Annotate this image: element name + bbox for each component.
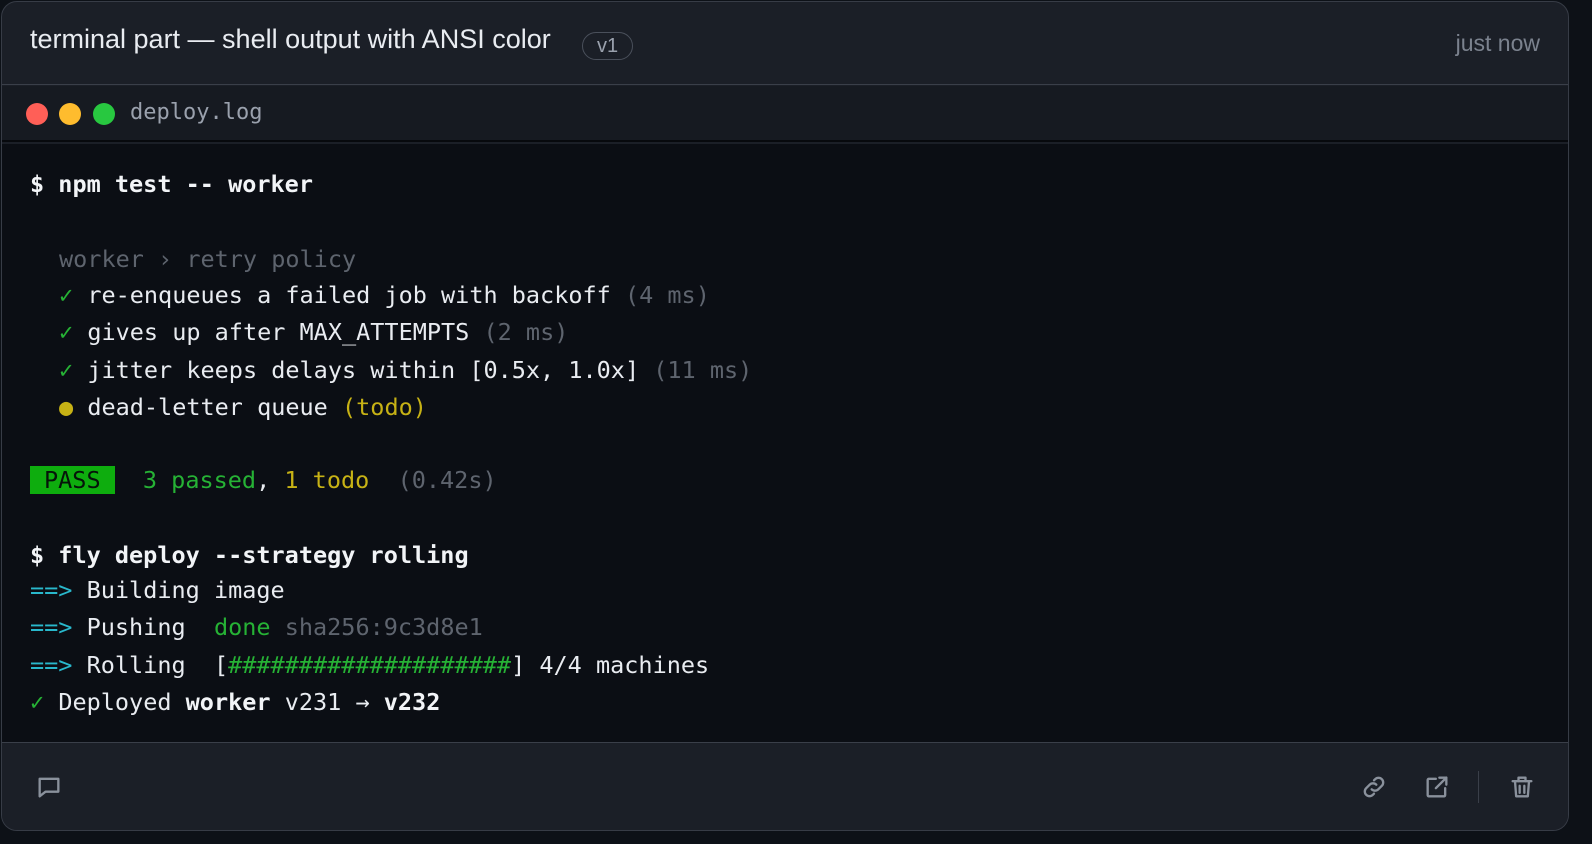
deploy-step-line: ==> Pushing done sha256:9c3d8e1: [30, 611, 483, 643]
arrow-prompt: ==>: [30, 651, 73, 679]
version-from: v231: [284, 688, 342, 716]
step-text: Building image: [86, 576, 285, 604]
passed-count: 3 passed: [142, 466, 257, 494]
step-text: Pushing: [86, 613, 186, 641]
check-icon: ✓: [59, 281, 74, 309]
progress-bracket-close: ]: [511, 651, 526, 679]
test-result-line: ✓ re-enqueues a failed job with backoff …: [59, 279, 710, 311]
card-title: terminal part — shell output with ANSI c…: [30, 24, 551, 54]
check-icon: ✓: [59, 356, 74, 384]
result-prefix: Deployed: [58, 688, 172, 716]
arrow-right-icon: →: [355, 688, 370, 716]
progress-bar: ####################: [228, 651, 512, 679]
test-name: dead-letter queue: [87, 393, 328, 421]
footer-divider: [1478, 771, 1479, 803]
external-link-icon[interactable]: [1420, 770, 1454, 804]
step-status: done: [213, 613, 271, 641]
card-header: terminal part — shell output with ANSI c…: [2, 2, 1568, 85]
test-suite-heading: worker › retry policy: [59, 245, 357, 273]
test-todo-line: ● dead-letter queue (todo): [59, 391, 427, 423]
terminal-card: terminal part — shell output with ANSI c…: [1, 1, 1569, 831]
terminal-titlebar: deploy.log: [2, 86, 1568, 142]
summary-line: PASS 3 passed, 1 todo (0.42s): [30, 464, 497, 496]
card-footer: [2, 742, 1568, 830]
pass-badge: PASS: [30, 466, 115, 494]
test-result-line: ✓ jitter keeps delays within [0.5x, 1.0x…: [59, 354, 752, 386]
progress-bracket-open: [: [213, 651, 229, 679]
comment-icon[interactable]: [32, 770, 66, 804]
log-filename: deploy.log: [130, 100, 263, 125]
bullet-icon: ●: [59, 393, 74, 421]
step-text: Rolling: [86, 651, 186, 679]
todo-count: 1 todo: [284, 466, 370, 494]
arrow-prompt: ==>: [30, 613, 73, 641]
test-name: jitter keeps delays within [0.5x, 1.0x]: [87, 356, 640, 384]
check-icon: ✓: [30, 688, 45, 716]
test-duration: (11 ms): [653, 356, 753, 384]
machine-count: 4/4 machines: [539, 651, 710, 679]
minimize-window-dot: [59, 103, 81, 125]
command-line: $ fly deploy --strategy rolling: [30, 541, 469, 569]
version-to: v232: [383, 688, 441, 716]
total-duration: (0.42s): [397, 466, 497, 494]
version-badge: v1: [582, 32, 634, 60]
arrow-prompt: ==>: [30, 576, 73, 604]
deploy-step-line: ==> Building image: [30, 574, 285, 606]
terminal-output[interactable]: $ npm test -- worker worker › retry poli…: [2, 144, 1568, 742]
check-icon: ✓: [59, 318, 74, 346]
trash-icon[interactable]: [1505, 770, 1539, 804]
timestamp: just now: [1455, 30, 1540, 56]
deploy-result-line: ✓ Deployed worker v231 → v232: [30, 686, 440, 718]
test-duration: (4 ms): [624, 281, 710, 309]
test-name: gives up after MAX_ATTEMPTS: [87, 318, 470, 346]
summary-separator: ,: [256, 466, 271, 494]
test-result-line: ✓ gives up after MAX_ATTEMPTS (2 ms): [59, 316, 568, 348]
test-name: re-enqueues a failed job with backoff: [87, 281, 611, 309]
deploy-step-line: ==> Rolling [####################] 4/4 m…: [30, 649, 709, 681]
command-line: $ npm test -- worker: [30, 170, 313, 198]
close-window-dot: [26, 103, 48, 125]
todo-status: (todo): [342, 393, 427, 421]
link-icon[interactable]: [1357, 770, 1391, 804]
image-hash: sha256:9c3d8e1: [284, 613, 483, 641]
app-name: worker: [185, 688, 271, 716]
test-duration: (2 ms): [483, 318, 569, 346]
maximize-window-dot: [93, 103, 115, 125]
